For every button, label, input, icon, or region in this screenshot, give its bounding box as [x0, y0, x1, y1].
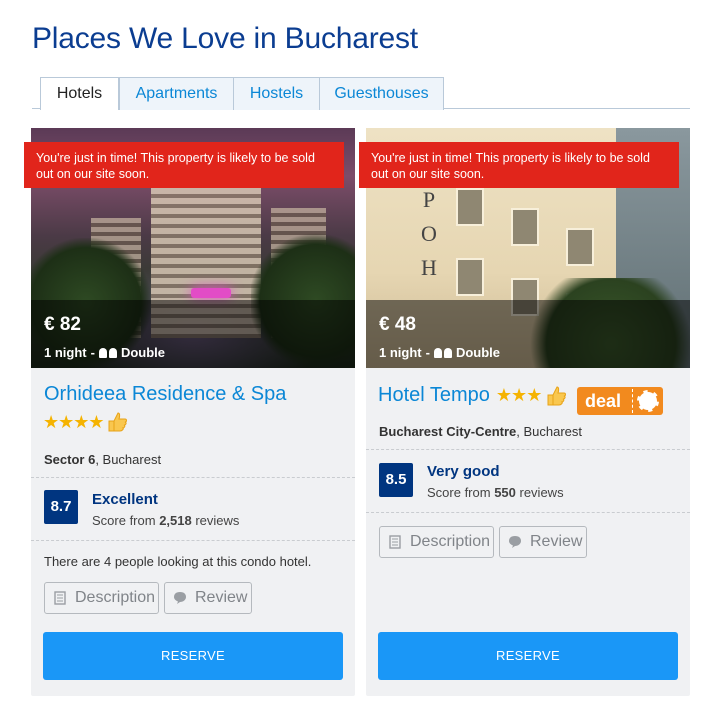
- rating-row: ★★★★: [43, 411, 128, 433]
- stay-details: 1 night - Double: [44, 345, 165, 360]
- property-card-orhideea: € 82 1 night - Double Orhideea Residence…: [31, 128, 355, 696]
- score-word: Very good: [427, 463, 500, 480]
- score-from: Score from 2,518 reviews: [92, 513, 240, 528]
- star-rating: ★★★★: [43, 411, 105, 432]
- city: , Bucharest: [516, 424, 583, 439]
- reserve-button[interactable]: RESERVE: [43, 632, 343, 680]
- review-count: 2,518: [159, 513, 192, 528]
- district: Bucharest City-Centre: [379, 424, 517, 439]
- score-from: Score from 550 reviews: [427, 485, 564, 500]
- room-type: Double: [120, 345, 166, 360]
- looking-notice: There are 4 people looking at this condo…: [44, 554, 312, 569]
- score-word: Excellent: [92, 491, 158, 508]
- hotel-name[interactable]: Hotel Tempo: [378, 384, 490, 407]
- thumbs-up-icon: [547, 385, 567, 407]
- sellout-alert: You're just in time! This property is li…: [359, 142, 679, 188]
- review-label: Review: [530, 533, 583, 550]
- location: Bucharest City-Centre, Bucharest: [379, 424, 582, 439]
- page-title: Places We Love in Bucharest: [32, 22, 418, 55]
- tab-apartments[interactable]: Apartments: [119, 77, 234, 110]
- price: € 82: [44, 314, 81, 335]
- people-icon: [433, 347, 452, 358]
- sellout-alert: You're just in time! This property is li…: [24, 142, 344, 188]
- people-icon: [98, 347, 117, 358]
- speech-bubble-icon: [174, 592, 186, 604]
- deal-badge: deal: [577, 387, 663, 415]
- property-card-tempo: POH € 48 1 night - Double Hotel Tempo ★★…: [366, 128, 690, 696]
- deal-sun-icon: [637, 390, 659, 412]
- nights-label: 1 night: [379, 345, 422, 360]
- tab-hostels[interactable]: Hostels: [233, 77, 320, 110]
- price: € 48: [379, 314, 416, 335]
- description-button[interactable]: Description: [44, 582, 159, 614]
- stay-details: 1 night - Double: [379, 345, 500, 360]
- review-button[interactable]: Review: [499, 526, 587, 558]
- description-label: Description: [410, 533, 491, 550]
- hotel-name[interactable]: Orhideea Residence & Spa: [44, 383, 286, 406]
- reserve-button[interactable]: RESERVE: [378, 632, 678, 680]
- speech-bubble-icon: [509, 536, 521, 548]
- deal-label: deal: [585, 391, 622, 411]
- star-rating: ★★★: [495, 385, 542, 405]
- review-score: 8.5: [379, 463, 413, 497]
- review-button[interactable]: Review: [164, 582, 252, 614]
- name-row: Hotel Tempo ★★★: [378, 384, 567, 407]
- description-button[interactable]: Description: [379, 526, 494, 558]
- thumbs-up-icon: [108, 411, 128, 433]
- room-type: Double: [455, 345, 501, 360]
- tab-hotels[interactable]: Hotels: [40, 77, 119, 110]
- property-type-tabs: Hotels Apartments Hostels Guesthouses: [32, 77, 690, 110]
- description-label: Description: [75, 589, 156, 606]
- review-label: Review: [195, 589, 248, 606]
- district: Sector 6: [44, 452, 96, 467]
- document-icon: [54, 591, 66, 605]
- review-count: 550: [494, 485, 516, 500]
- document-icon: [389, 535, 401, 549]
- nights-label: 1 night: [44, 345, 87, 360]
- separator-dash: -: [90, 345, 95, 360]
- city: , Bucharest: [95, 452, 162, 467]
- tab-guesthouses[interactable]: Guesthouses: [319, 77, 444, 110]
- separator-dash: -: [425, 345, 430, 360]
- review-score: 8.7: [44, 490, 78, 524]
- location: Sector 6, Bucharest: [44, 452, 161, 467]
